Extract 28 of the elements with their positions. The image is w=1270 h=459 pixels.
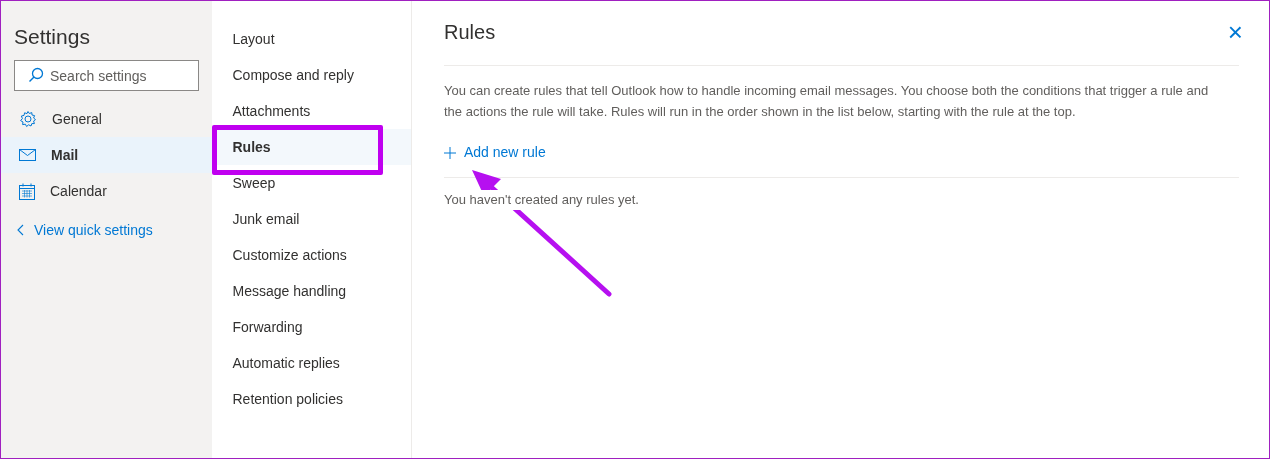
- chevron-left-icon: [17, 224, 24, 236]
- link-text: View quick settings: [34, 220, 153, 240]
- panel-title: Rules: [444, 20, 496, 45]
- subsection-item[interactable]: Retention policies: [212, 381, 411, 417]
- plus-icon: [444, 146, 456, 159]
- subsection-item[interactable]: Layout: [212, 21, 411, 57]
- subsection-item[interactable]: Junk email: [212, 201, 411, 237]
- subsection-item[interactable]: Customize actions: [212, 237, 411, 273]
- subsection-item[interactable]: Message handling: [212, 273, 411, 309]
- view-quick-settings-link[interactable]: View quick settings: [1, 211, 213, 249]
- close-button[interactable]: ×: [1227, 19, 1243, 45]
- category-item[interactable]: Mail: [1, 137, 213, 173]
- category-item[interactable]: General: [1, 101, 213, 137]
- subsection-item[interactable]: Automatic replies: [212, 345, 411, 381]
- search-field[interactable]: Search settings: [14, 60, 200, 91]
- mail-icon: [19, 149, 36, 161]
- subsection-item[interactable]: Attachments: [212, 93, 411, 129]
- gear-icon: [19, 110, 37, 128]
- add-new-rule-button[interactable]: Add new rule: [444, 142, 546, 163]
- subsection-item[interactable]: Sweep: [212, 165, 411, 201]
- empty-rules-message: You haven't created any rules yet.: [444, 190, 639, 210]
- calendar-icon: [19, 182, 35, 200]
- settings-title: Settings: [14, 24, 91, 50]
- subsection-item[interactable]: Forwarding: [212, 309, 411, 345]
- search-icon: [28, 67, 44, 83]
- subsection-item[interactable]: Compose and reply: [212, 57, 411, 93]
- rules-description: You can create rules that tell Outlook how to handle incoming email messages. You choose both the conditions that trigger a rule and the actions the rule will take. Rules will run in the order shown in the list below, starting with the rule at the top.: [444, 82, 1210, 121]
- category-item[interactable]: Calendar: [1, 173, 213, 209]
